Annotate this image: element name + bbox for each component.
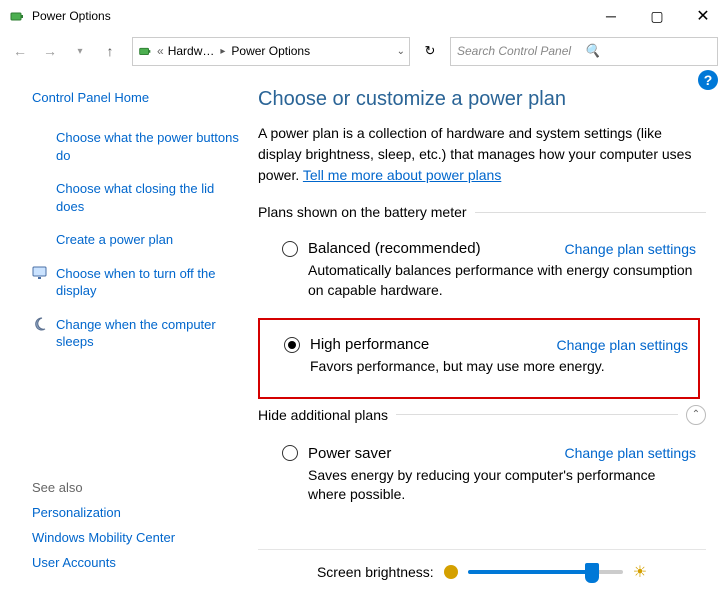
plan-desc-high-performance: Favors performance, but may use more ene… [310, 357, 688, 377]
back-button[interactable]: ← [8, 39, 32, 63]
forward-button[interactable]: → [38, 39, 62, 63]
breadcrumb-item[interactable]: Hardw… [168, 44, 215, 58]
battery-icon [137, 43, 153, 59]
search-icon: 🔍 [584, 43, 711, 59]
brightness-high-icon: ☀ [633, 562, 647, 582]
intro-text: A power plan is a collection of hardware… [258, 123, 706, 186]
battery-icon [8, 7, 26, 25]
breadcrumb-item[interactable]: Power Options [231, 44, 310, 58]
see-also-user-accounts[interactable]: User Accounts [32, 555, 242, 570]
plan-name-power-saver: Power saver [308, 445, 564, 462]
recent-dropdown-icon[interactable]: ▾ [68, 39, 92, 63]
radio-high-performance[interactable] [284, 337, 300, 353]
plan-desc-power-saver: Saves energy by reducing your computer's… [308, 466, 696, 505]
chevron-right-icon[interactable]: ▸ [218, 46, 227, 57]
slider-thumb[interactable] [585, 563, 599, 583]
brightness-label: Screen brightness: [317, 564, 434, 580]
change-plan-settings-link[interactable]: Change plan settings [556, 337, 688, 353]
sidebar-item-closing-lid[interactable]: Choose what closing the lid does [56, 180, 242, 215]
breadcrumb-prev-icon[interactable]: « [157, 44, 164, 58]
minimize-button[interactable]: ─ [588, 1, 634, 31]
monitor-icon [32, 265, 48, 281]
radio-power-saver[interactable] [282, 445, 298, 461]
search-placeholder: Search Control Panel [457, 44, 584, 58]
up-button[interactable]: ↑ [98, 39, 122, 63]
see-also-label: See also [32, 480, 242, 495]
plan-desc-balanced: Automatically balances performance with … [308, 261, 696, 300]
sidebar-item-turn-off-display[interactable]: Choose when to turn off the display [56, 265, 242, 300]
sidebar-item-create-plan[interactable]: Create a power plan [56, 231, 173, 249]
learn-more-link[interactable]: Tell me more about power plans [303, 167, 501, 183]
brightness-slider[interactable] [468, 570, 623, 574]
sidebar-item-computer-sleeps[interactable]: Change when the computer sleeps [56, 316, 242, 351]
search-input[interactable]: Search Control Panel 🔍 [450, 37, 718, 66]
brightness-low-icon [444, 565, 458, 579]
sidebar-item-power-buttons[interactable]: Choose what the power buttons do [56, 129, 242, 164]
change-plan-settings-link[interactable]: Change plan settings [564, 241, 696, 257]
refresh-button[interactable]: ↻ [416, 37, 444, 66]
control-panel-home-link[interactable]: Control Panel Home [32, 90, 242, 105]
window-title: Power Options [32, 9, 111, 23]
plan-name-high-performance: High performance [310, 336, 556, 353]
help-icon[interactable]: ? [698, 70, 718, 90]
see-also-personalization[interactable]: Personalization [32, 505, 242, 520]
page-heading: Choose or customize a power plan [258, 88, 706, 111]
divider [475, 212, 706, 213]
maximize-button[interactable]: ▢ [634, 1, 680, 31]
divider [396, 414, 678, 415]
change-plan-settings-link[interactable]: Change plan settings [564, 445, 696, 461]
chevron-down-icon[interactable]: ⌄ [397, 46, 405, 57]
radio-balanced[interactable] [282, 241, 298, 257]
moon-icon [32, 316, 48, 332]
plan-name-balanced: Balanced (recommended) [308, 240, 564, 257]
close-button[interactable]: ✕ [680, 1, 726, 31]
breadcrumb[interactable]: « Hardw… ▸ Power Options ⌄ [132, 37, 410, 66]
group-battery-plans-label: Plans shown on the battery meter [258, 204, 467, 220]
collapse-button[interactable]: ⌃ [686, 405, 706, 425]
group-additional-plans-label: Hide additional plans [258, 407, 388, 423]
see-also-mobility-center[interactable]: Windows Mobility Center [32, 530, 242, 545]
